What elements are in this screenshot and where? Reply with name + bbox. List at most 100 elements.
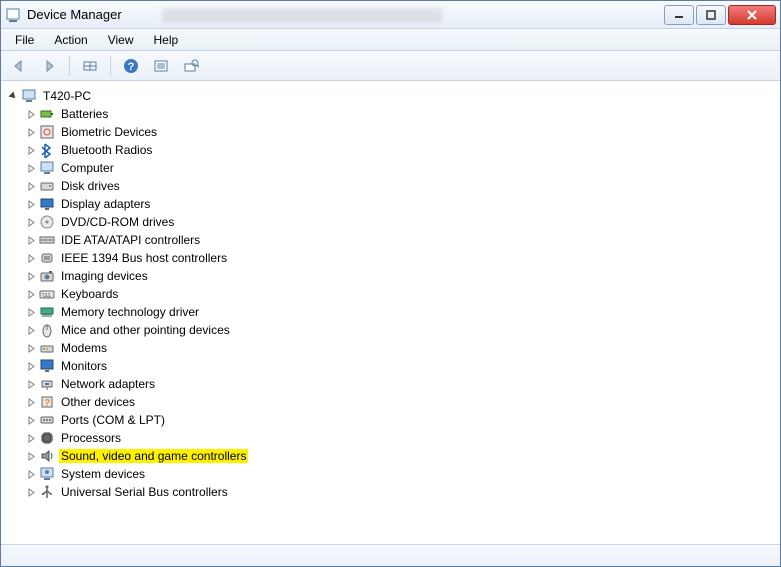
category-node[interactable]: IDE ATA/ATAPI controllers: [23, 231, 776, 249]
category-node[interactable]: Disk drives: [23, 177, 776, 195]
expander-icon[interactable]: [7, 90, 19, 102]
category-node[interactable]: Universal Serial Bus controllers: [23, 483, 776, 501]
category-label: Biometric Devices: [59, 125, 159, 139]
category-node[interactable]: Computer: [23, 159, 776, 177]
ide-icon: [39, 232, 55, 248]
sound-icon: [39, 448, 55, 464]
battery-icon: [39, 106, 55, 122]
category-node[interactable]: Mice and other pointing devices: [23, 321, 776, 339]
expander-icon[interactable]: [25, 126, 37, 138]
root-node[interactable]: T420-PC: [5, 87, 776, 105]
properties-button[interactable]: [149, 54, 173, 78]
expander-icon[interactable]: [25, 360, 37, 372]
category-node[interactable]: Batteries: [23, 105, 776, 123]
category-node[interactable]: System devices: [23, 465, 776, 483]
category-label: System devices: [59, 467, 147, 481]
expander-icon[interactable]: [25, 396, 37, 408]
expander-icon[interactable]: [25, 468, 37, 480]
category-node[interactable]: Monitors: [23, 357, 776, 375]
expander-icon[interactable]: [25, 180, 37, 192]
category-node[interactable]: Modems: [23, 339, 776, 357]
computer-icon: [21, 88, 37, 104]
expander-icon[interactable]: [25, 144, 37, 156]
category-node[interactable]: Imaging devices: [23, 267, 776, 285]
category-label: Modems: [59, 341, 109, 355]
expander-icon[interactable]: [25, 324, 37, 336]
category-node[interactable]: Keyboards: [23, 285, 776, 303]
back-button[interactable]: [7, 54, 31, 78]
system-icon: [39, 466, 55, 482]
expander-icon[interactable]: [25, 378, 37, 390]
computer-icon: [39, 160, 55, 176]
keyboard-icon: [39, 286, 55, 302]
menu-file[interactable]: File: [5, 31, 44, 49]
port-icon: [39, 412, 55, 428]
title-extra-blurred: [162, 8, 442, 22]
toolbar-separator: [110, 56, 111, 76]
category-label: Bluetooth Radios: [59, 143, 154, 157]
scan-hardware-button[interactable]: [179, 54, 203, 78]
toolbar-separator: [69, 56, 70, 76]
device-tree: T420-PC Batteries Biometric Devices Blueto…: [5, 87, 776, 501]
show-hidden-button[interactable]: [78, 54, 102, 78]
network-icon: [39, 376, 55, 392]
svg-text:?: ?: [128, 61, 135, 73]
expander-icon[interactable]: [25, 252, 37, 264]
category-node[interactable]: Biometric Devices: [23, 123, 776, 141]
expander-icon[interactable]: [25, 216, 37, 228]
expander-icon[interactable]: [25, 198, 37, 210]
category-node[interactable]: Sound, video and game controllers: [23, 447, 776, 465]
root-label: T420-PC: [41, 89, 93, 103]
display-icon: [39, 196, 55, 212]
expander-icon[interactable]: [25, 486, 37, 498]
category-node[interactable]: Display adapters: [23, 195, 776, 213]
imaging-icon: [39, 268, 55, 284]
expander-icon[interactable]: [25, 306, 37, 318]
category-node[interactable]: Ports (COM & LPT): [23, 411, 776, 429]
expander-icon[interactable]: [25, 162, 37, 174]
close-button[interactable]: [728, 5, 776, 25]
category-label: Network adapters: [59, 377, 157, 391]
category-label: Mice and other pointing devices: [59, 323, 232, 337]
mouse-icon: [39, 322, 55, 338]
device-manager-window: Device Manager File Action View Help ?: [0, 0, 781, 567]
category-node[interactable]: IEEE 1394 Bus host controllers: [23, 249, 776, 267]
category-node[interactable]: Bluetooth Radios: [23, 141, 776, 159]
tree-pane[interactable]: T420-PC Batteries Biometric Devices Blueto…: [1, 81, 780, 544]
toolbar: ?: [1, 51, 780, 81]
category-label: Computer: [59, 161, 116, 175]
category-node[interactable]: Network adapters: [23, 375, 776, 393]
category-label: Memory technology driver: [59, 305, 201, 319]
maximize-button[interactable]: [696, 5, 726, 25]
category-label: Sound, video and game controllers: [59, 449, 248, 463]
expander-icon[interactable]: [25, 450, 37, 462]
minimize-button[interactable]: [664, 5, 694, 25]
expander-icon[interactable]: [25, 288, 37, 300]
dvd-icon: [39, 214, 55, 230]
expander-icon[interactable]: [25, 342, 37, 354]
category-label: Imaging devices: [59, 269, 150, 283]
category-node[interactable]: Memory technology driver: [23, 303, 776, 321]
window-title: Device Manager: [27, 7, 122, 22]
category-label: Ports (COM & LPT): [59, 413, 167, 427]
category-node[interactable]: Other devices: [23, 393, 776, 411]
biometric-icon: [39, 124, 55, 140]
category-node[interactable]: DVD/CD-ROM drives: [23, 213, 776, 231]
titlebar[interactable]: Device Manager: [1, 1, 780, 29]
forward-button[interactable]: [37, 54, 61, 78]
menu-action[interactable]: Action: [44, 31, 97, 49]
expander-icon[interactable]: [25, 432, 37, 444]
menu-view[interactable]: View: [98, 31, 144, 49]
monitor-icon: [39, 358, 55, 374]
help-button[interactable]: ?: [119, 54, 143, 78]
expander-icon[interactable]: [25, 270, 37, 282]
expander-icon[interactable]: [25, 414, 37, 426]
menu-help[interactable]: Help: [144, 31, 189, 49]
bluetooth-icon: [39, 142, 55, 158]
expander-icon[interactable]: [25, 108, 37, 120]
modem-icon: [39, 340, 55, 356]
expander-icon[interactable]: [25, 234, 37, 246]
category-label: Keyboards: [59, 287, 120, 301]
category-label: Monitors: [59, 359, 109, 373]
category-node[interactable]: Processors: [23, 429, 776, 447]
